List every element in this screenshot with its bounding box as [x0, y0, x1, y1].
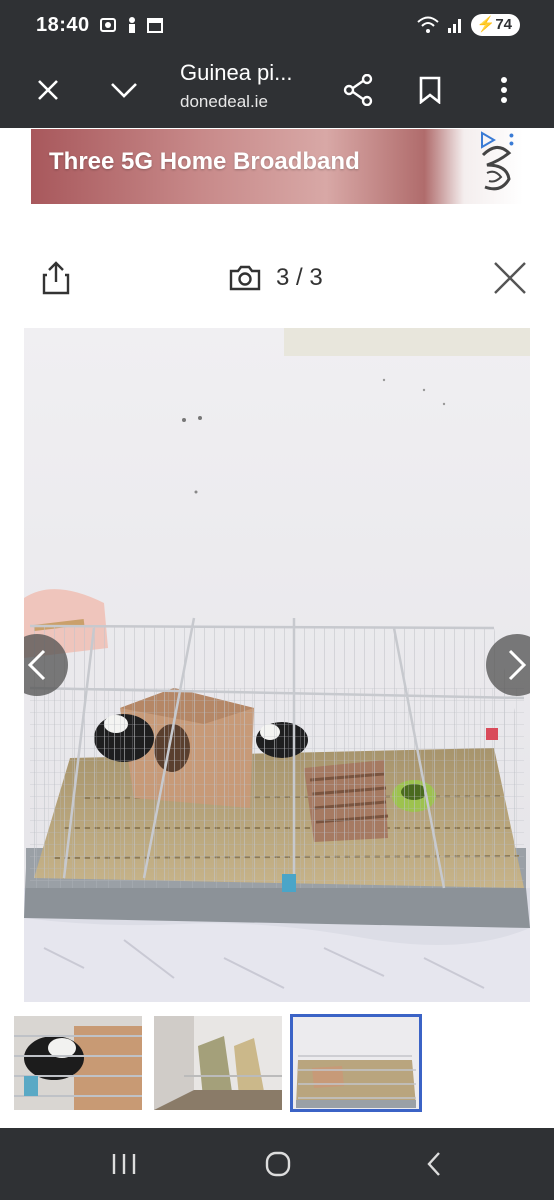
thumbnail-image: [14, 1016, 142, 1110]
share-button[interactable]: [336, 68, 380, 112]
browser-toolbar: Guinea pi... donedeal.ie: [0, 52, 554, 128]
cage-photo-image: [24, 328, 530, 1002]
close-icon: [38, 80, 58, 100]
page-domain[interactable]: donedeal.ie: [180, 92, 268, 112]
recents-icon: [112, 1154, 136, 1174]
chevron-right-icon: [508, 649, 527, 681]
share-icon: [343, 74, 373, 106]
photo-counter: 3 / 3: [228, 264, 323, 292]
close-gallery-icon[interactable]: [492, 260, 528, 296]
battery-level: 74: [495, 16, 512, 33]
signal-icon: [447, 19, 461, 33]
back-button[interactable]: [414, 1146, 454, 1182]
thumbnail-1[interactable]: [14, 1016, 142, 1110]
home-icon: [265, 1151, 291, 1177]
status-bar: 18:40 ⚡74: [0, 0, 554, 52]
clock: 18:40: [36, 14, 90, 36]
photo-index: 3 / 3: [276, 264, 323, 291]
more-vert-icon: [501, 77, 507, 103]
system-indicators: ⚡74: [416, 14, 520, 36]
ad-text: Three 5G Home Broadband: [49, 148, 360, 175]
thumbnail-3[interactable]: [290, 1014, 422, 1112]
home-button[interactable]: [258, 1146, 298, 1182]
main-photo[interactable]: [24, 328, 530, 1002]
calendar-icon: [147, 18, 163, 33]
battery-indicator: ⚡74: [470, 14, 520, 36]
system-navigation-bar: [0, 1128, 554, 1200]
bookmark-button[interactable]: [408, 68, 452, 112]
notification-icons: [98, 15, 164, 35]
chevron-down-icon: [111, 83, 137, 98]
ad-banner[interactable]: Three 5G Home Broadband • •: [31, 129, 523, 204]
chevron-left-icon: [27, 649, 46, 681]
thumbnail-2[interactable]: [154, 1016, 282, 1110]
close-tab-button[interactable]: [26, 68, 70, 112]
thumbnail-strip: [14, 1014, 434, 1112]
wifi-icon: [416, 16, 439, 33]
upload-share-icon[interactable]: [40, 260, 72, 296]
recent-apps-button[interactable]: [104, 1146, 144, 1182]
person-icon: [129, 17, 135, 33]
media-icon: [100, 18, 116, 32]
minimize-button[interactable]: [102, 68, 146, 112]
camera-icon: [229, 265, 261, 291]
thumbnail-image: [292, 1016, 420, 1110]
three-logo-icon: [481, 146, 512, 191]
page-title[interactable]: Guinea pi...: [180, 60, 293, 86]
bookmark-icon: [419, 76, 441, 104]
back-icon: [427, 1152, 440, 1176]
more-options-button[interactable]: [482, 68, 526, 112]
gallery-header: 3 / 3: [0, 240, 554, 316]
thumbnail-image: [154, 1016, 282, 1110]
